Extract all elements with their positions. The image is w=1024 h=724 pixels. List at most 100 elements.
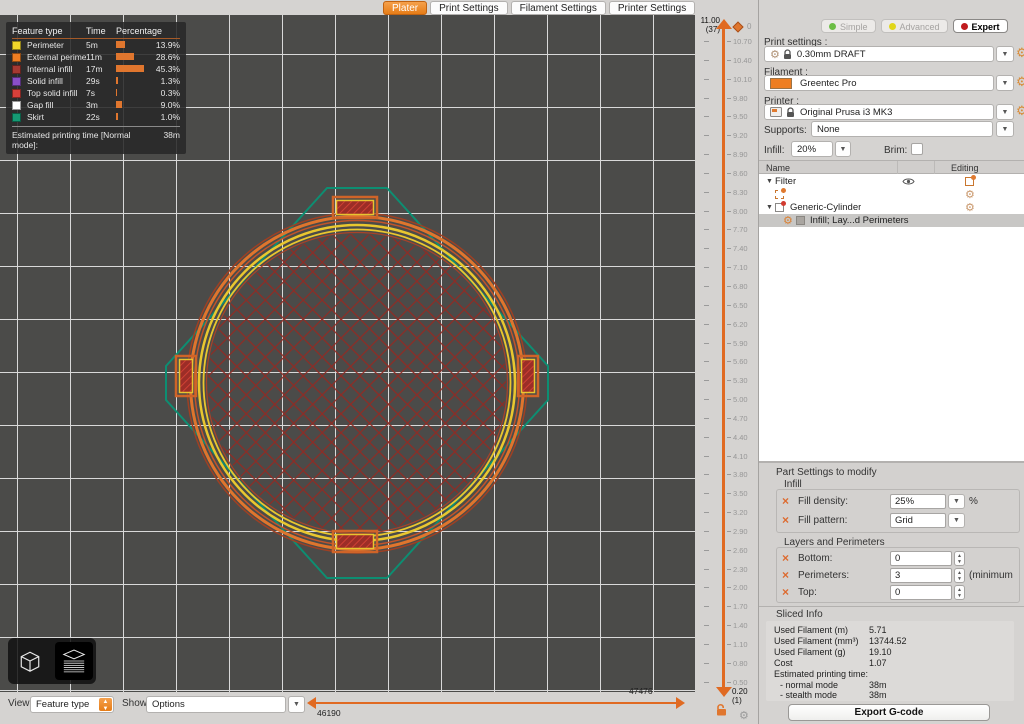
eye-icon[interactable] (902, 177, 915, 186)
layer-tick: 9.20 (695, 131, 758, 140)
feature-time: 11m (86, 52, 116, 62)
tree-row-generic-cylinder[interactable]: ▼ Generic-Cylinder ⚙ (759, 201, 1024, 214)
infill-combo[interactable]: 20% (791, 141, 833, 157)
collapse-triangle-icon[interactable]: ▼ (766, 178, 773, 185)
layer-tick-label: 2.90 (733, 527, 748, 536)
printer-combo[interactable]: Original Prusa i3 MK3 (764, 104, 994, 120)
filament-dropdown-button[interactable]: ▼ (996, 75, 1014, 91)
feature-color-swatch (12, 41, 21, 50)
view-layers-button[interactable] (55, 642, 93, 680)
layer-slider-marker[interactable] (732, 21, 743, 32)
row-gear-icon[interactable]: ⚙ (965, 201, 975, 214)
tree-editing-header: Editing (951, 163, 979, 173)
collapse-triangle-icon[interactable]: ▼ (766, 204, 773, 211)
lock-icon (786, 107, 795, 118)
main-tabs: Plater Print Settings Filament Settings … (383, 1, 695, 15)
row-gear-icon[interactable]: ⚙ (965, 188, 975, 201)
layer-slider-upper-thumb[interactable] (716, 19, 732, 29)
layer-tick-label: 1.70 (733, 602, 748, 611)
view-3d-button[interactable] (11, 642, 49, 680)
bottom-stepper[interactable]: ▲▼ (954, 551, 965, 566)
mode-expert-button[interactable]: Expert (953, 19, 1008, 33)
feature-name: Perimeter (27, 40, 86, 50)
layer-slider-lower-thumb[interactable] (716, 687, 732, 697)
top-stepper[interactable]: ▲▼ (954, 585, 965, 600)
fill-density-input[interactable]: 25% (890, 494, 946, 509)
preset-gear-icon: ⚙ (770, 48, 780, 61)
feature-percentage: 1.0% (146, 112, 180, 122)
layer-tick: 0.50 (695, 678, 758, 687)
layer-tick: 6.50 (695, 301, 758, 310)
slice-preview-canvas[interactable]: Feature type Time Percentage Perimeter 5… (0, 15, 695, 692)
layer-tick-label: 10.40 (733, 56, 752, 65)
delete-setting-icon[interactable]: × (782, 586, 789, 598)
print-settings-combo[interactable]: ⚙ 0.30mm DRAFT (764, 46, 994, 62)
tab-filament-settings[interactable]: Filament Settings (511, 1, 606, 15)
cube-3d-icon (14, 645, 46, 677)
fill-density-dropdown-button[interactable]: ▼ (948, 494, 965, 509)
move-slider-right-value: 47476 (629, 686, 653, 696)
tab-printer-settings[interactable]: Printer Settings (609, 1, 695, 15)
supports-dropdown-button[interactable]: ▼ (996, 121, 1014, 137)
layer-tick-label: 3.20 (733, 508, 748, 517)
add-part-icon[interactable] (775, 190, 784, 199)
used-filament-g-label: Used Filament (g) (774, 647, 846, 657)
layer-tick-label: 0.50 (733, 678, 748, 687)
print-settings-edit-gear-icon[interactable]: ⚙ (1016, 47, 1024, 60)
layer-tick: 2.90 (695, 527, 758, 536)
show-options-input[interactable]: Options (146, 696, 286, 713)
delete-setting-icon[interactable]: × (782, 569, 789, 581)
infill-dropdown-button[interactable]: ▼ (835, 141, 851, 157)
brim-label: Brim: (884, 145, 907, 156)
feature-percentage: 45.3% (146, 64, 180, 74)
feature-color-swatch (12, 101, 21, 110)
tree-row-add-part[interactable]: ⚙ (759, 188, 1024, 201)
filament-combo[interactable]: Greentec Pro (764, 75, 994, 91)
top-input[interactable]: 0 (890, 585, 952, 600)
feature-color-swatch (12, 113, 21, 122)
lock-open-icon[interactable] (715, 703, 728, 716)
tree-row-infill-settings[interactable]: ⚙ Infill; Lay...d Perimeters (759, 214, 1024, 227)
feature-percentage: 28.6% (146, 52, 180, 62)
edit-object-icon[interactable] (965, 177, 974, 186)
tab-plater[interactable]: Plater (383, 1, 427, 15)
tab-print-settings[interactable]: Print Settings (430, 1, 507, 15)
sliced-info-title: Sliced Info (776, 609, 823, 620)
layer-tick-label: 4.40 (733, 433, 748, 442)
legend-row: Top solid infill 7s 0.3% (12, 87, 180, 99)
view-mode-select[interactable]: Feature type ▲▼ (30, 696, 114, 713)
sliced-info-section: Sliced Info Used Filament (m) 5.71 Used … (759, 606, 1024, 724)
feature-name: Solid infill (27, 76, 86, 86)
perimeters-stepper[interactable]: ▲▼ (954, 568, 965, 583)
filament-edit-gear-icon[interactable]: ⚙ (1016, 76, 1024, 89)
export-gcode-button[interactable]: Export G-code (788, 704, 990, 721)
feature-color-swatch (12, 53, 21, 62)
delete-setting-icon[interactable]: × (782, 552, 789, 564)
normal-mode-value: 38m (869, 680, 887, 690)
supports-combo[interactable]: None (811, 121, 993, 137)
show-options-dropdown-button[interactable]: ▼ (288, 696, 305, 713)
move-slider-right-thumb[interactable] (676, 697, 685, 709)
printer-edit-gear-icon[interactable]: ⚙ (1016, 105, 1024, 118)
fill-pattern-dropdown-button[interactable]: ▼ (948, 513, 965, 528)
move-slider-track[interactable] (315, 702, 677, 704)
print-settings-dropdown-button[interactable]: ▼ (996, 46, 1014, 62)
mode-advanced-button[interactable]: Advanced (881, 19, 948, 33)
printer-dropdown-button[interactable]: ▼ (996, 104, 1014, 120)
brim-checkbox[interactable] (911, 143, 923, 155)
delete-setting-icon[interactable]: × (782, 514, 789, 526)
slider-settings-gear-icon[interactable]: ⚙ (739, 709, 749, 722)
bottom-input[interactable]: 0 (890, 551, 952, 566)
layer-tick-label: 2.30 (733, 565, 748, 574)
layer-slider-bottom-index: (1) (732, 696, 742, 705)
layer-tick-label: 2.60 (733, 546, 748, 555)
fill-pattern-input[interactable]: Grid (890, 513, 946, 528)
layer-tick: 5.90 (695, 339, 758, 348)
layer-tick: 8.00 (695, 207, 758, 216)
advanced-mode-dot-icon (889, 23, 896, 30)
delete-setting-icon[interactable]: × (782, 495, 789, 507)
fill-density-unit: % (969, 496, 978, 507)
mode-simple-button[interactable]: Simple (821, 19, 876, 33)
perimeters-input[interactable]: 3 (890, 568, 952, 583)
tree-row-filter[interactable]: ▼ Filter (759, 175, 1024, 188)
